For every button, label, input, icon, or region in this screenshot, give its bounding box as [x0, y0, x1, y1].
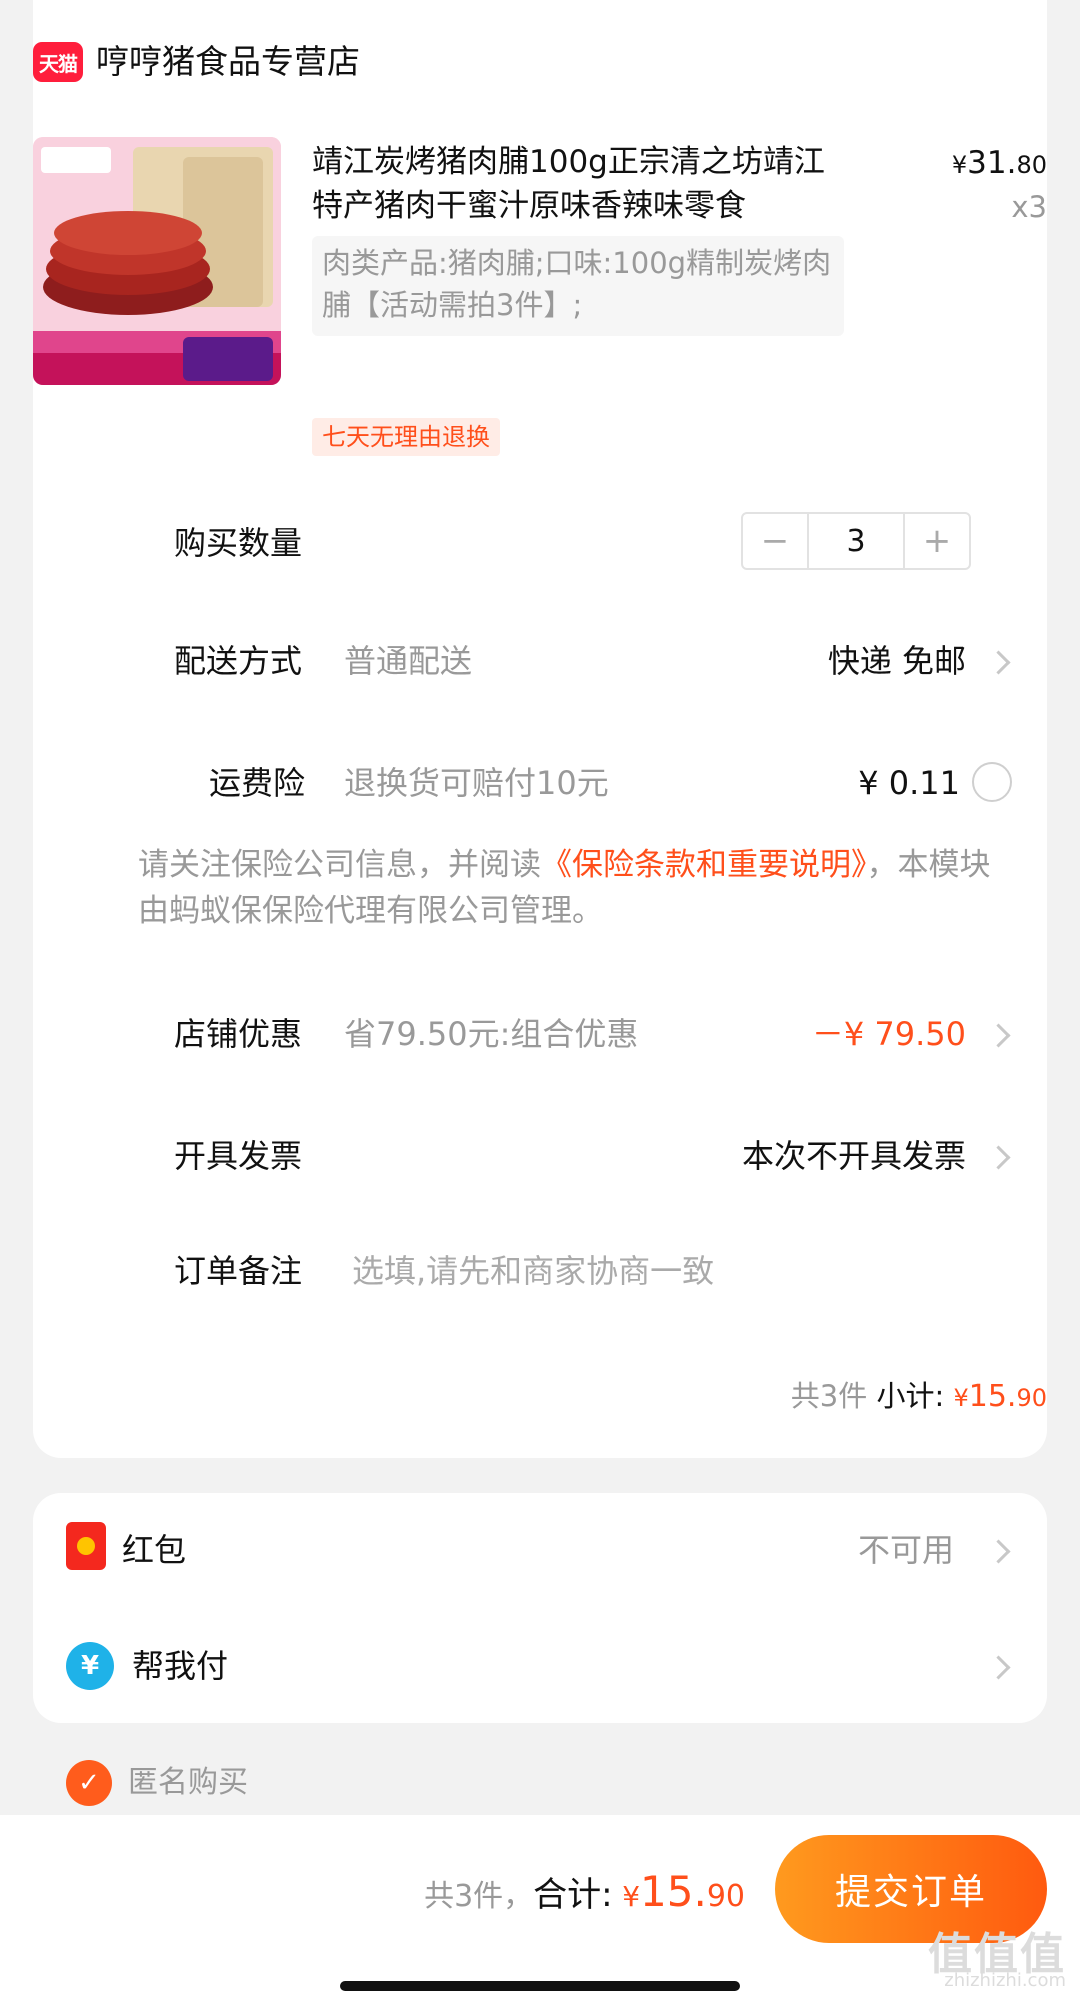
help-pay-label[interactable]: 帮我付 — [132, 1644, 228, 1688]
product-quantity: x3 — [1011, 190, 1047, 224]
remark-label: 订单备注 — [174, 1252, 303, 1290]
home-indicator[interactable] — [340, 1981, 740, 1991]
insurance-note: 请关注保险公司信息，并阅读《保险条款和重要说明》，本模块由蚂蚁保保险代理有限公司… — [138, 842, 1018, 934]
product-price: ¥31.80 — [952, 145, 1047, 181]
red-packet-value[interactable]: 不可用 — [858, 1528, 954, 1572]
subtotal-count: 共3件 — [790, 1379, 868, 1413]
product-image[interactable] — [33, 137, 281, 385]
increment-button[interactable]: + — [905, 514, 969, 568]
return-policy-tag: 七天无理由退换 — [312, 418, 500, 456]
total-amount: ¥15.90 — [622, 1867, 745, 1916]
remark-input[interactable]: 选填,请先和商家协商一致 — [352, 1249, 714, 1293]
discount-label: 店铺优惠 — [174, 1015, 303, 1053]
subtotal: 共3件 小计: ¥15.90 — [791, 1373, 1047, 1415]
insurance-radio[interactable] — [972, 762, 1012, 802]
jerky-product-image — [33, 137, 281, 385]
price-int: 31. — [967, 145, 1017, 181]
delivery-value[interactable]: 快递 免邮 — [828, 639, 966, 683]
insurance-label: 运费险 — [209, 764, 306, 802]
decrement-button[interactable]: − — [743, 514, 807, 568]
watermark-url: zhizhizhi.com — [944, 1970, 1066, 1991]
checkmark-icon[interactable]: ✓ — [66, 1760, 112, 1806]
quantity-stepper[interactable]: − 3 + — [741, 512, 971, 570]
store-name[interactable]: 哼哼猪食品专营店 — [96, 40, 360, 84]
quantity-value[interactable]: 3 — [807, 514, 905, 568]
price-dec: 80 — [1016, 151, 1047, 179]
order-total: 共3件，合计: ¥15.90 — [424, 1862, 745, 1927]
insurance-price: ¥ 0.11 — [858, 764, 960, 802]
price-symbol: ¥ — [951, 151, 968, 179]
total-int: 15. — [640, 1867, 707, 1916]
tmall-logo-icon: 天猫 — [33, 42, 83, 82]
anonymous-purchase-label[interactable]: 匿名购买 — [128, 1760, 248, 1806]
help-pay-icon: ¥ — [66, 1642, 114, 1690]
invoice-value[interactable]: 本次不开具发票 — [742, 1134, 966, 1178]
red-packet-label[interactable]: 红包 — [122, 1528, 186, 1572]
delivery-label: 配送方式 — [174, 642, 303, 680]
insurance-terms-link[interactable]: 《保险条款和重要说明》 — [541, 847, 867, 883]
sku-info[interactable]: 肉类产品:猪肉脯;口味:100g精制炭烤肉脯【活动需拍3件】; — [312, 236, 844, 336]
total-symbol: ¥ — [622, 1880, 641, 1913]
total-count: 共3件， — [424, 1879, 534, 1914]
total-dec: 90 — [706, 1879, 745, 1914]
invoice-label: 开具发票 — [174, 1137, 303, 1175]
subtotal-dec: 90 — [1016, 1384, 1047, 1412]
subtotal-int: 15. — [968, 1379, 1017, 1414]
subtotal-label: 小计: — [876, 1379, 945, 1413]
subtotal-symbol: ¥ — [953, 1384, 969, 1412]
insurance-description: 退换货可赔付10元 — [344, 764, 609, 802]
product-title[interactable]: 靖江炭烤猪肉脯100g正宗清之坊靖江特产猪肉干蜜汁原味香辣味零食 — [312, 140, 852, 228]
quantity-label: 购买数量 — [174, 524, 303, 562]
discount-value[interactable]: －¥ 79.50 — [812, 1012, 966, 1056]
red-packet-icon — [66, 1522, 106, 1570]
discount-description: 省79.50元:组合优惠 — [344, 1015, 639, 1053]
total-label: 合计: — [533, 1875, 613, 1915]
delivery-method: 普通配送 — [344, 642, 473, 680]
insurance-note-prefix: 请关注保险公司信息，并阅读 — [138, 847, 541, 883]
